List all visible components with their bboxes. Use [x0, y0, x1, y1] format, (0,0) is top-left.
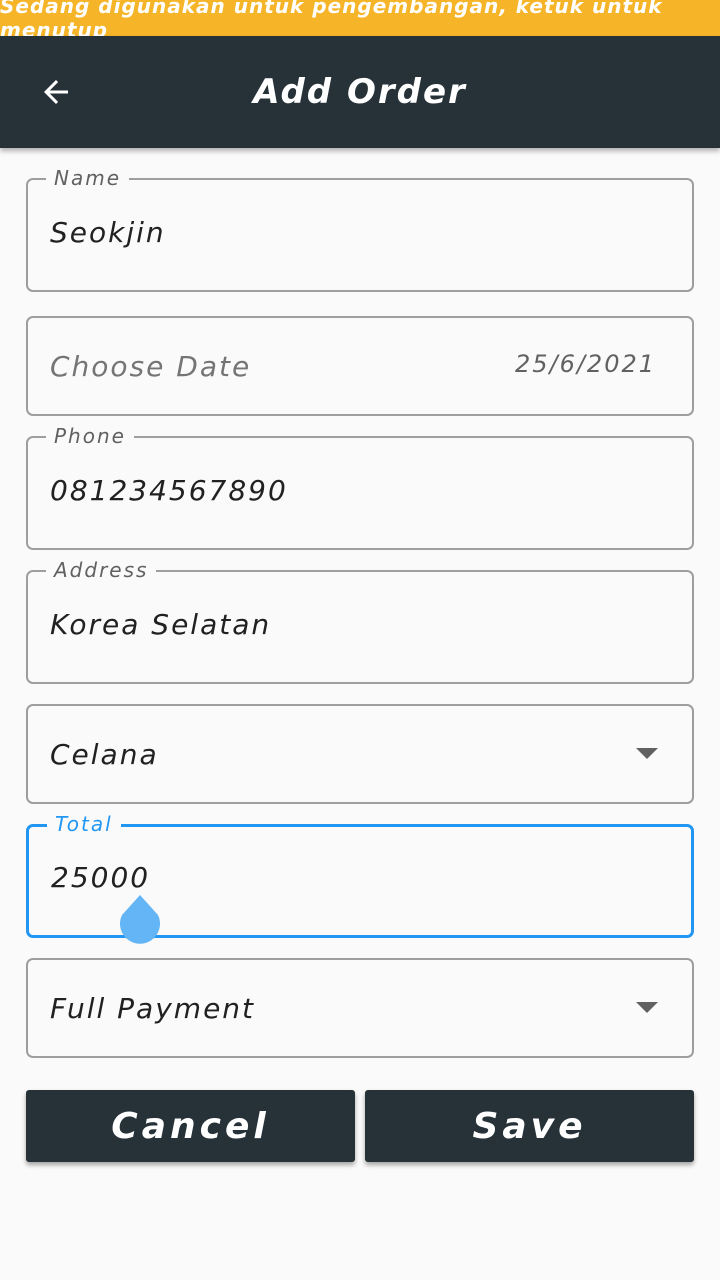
date-picker-field[interactable]: Choose Date 25/6/2021	[26, 316, 694, 416]
dev-mode-banner[interactable]: Sedang digunakan untuk pengembangan, ket…	[0, 0, 720, 42]
total-label: Total	[47, 811, 121, 837]
payment-selected: Full Payment	[50, 992, 256, 1025]
cancel-button[interactable]: Cancel	[26, 1090, 355, 1162]
payment-dropdown[interactable]: Full Payment	[26, 958, 694, 1058]
text-cursor-handle-icon[interactable]	[118, 893, 162, 947]
total-value: 25000	[51, 861, 151, 894]
name-value: Seokjin	[50, 216, 166, 249]
page-title: Add Order	[253, 72, 467, 112]
dropdown-arrow-icon	[636, 1002, 658, 1013]
save-button[interactable]: Save	[365, 1090, 694, 1162]
product-dropdown[interactable]: Celana	[26, 704, 694, 804]
product-selected: Celana	[50, 738, 159, 771]
date-placeholder: Choose Date	[50, 350, 252, 383]
name-field[interactable]: Name Seokjin	[26, 165, 694, 292]
phone-label: Phone	[46, 423, 134, 449]
phone-value: 081234567890	[50, 474, 288, 507]
name-label: Name	[46, 165, 130, 191]
phone-field[interactable]: Phone 081234567890	[26, 423, 694, 550]
date-value: 25/6/2021	[514, 350, 656, 378]
dropdown-arrow-icon	[636, 748, 658, 759]
address-label: Address	[46, 557, 157, 583]
address-field[interactable]: Address Korea Selatan	[26, 557, 694, 684]
app-bar: Add Order	[0, 36, 720, 148]
address-value: Korea Selatan	[50, 608, 272, 641]
back-button[interactable]	[26, 62, 86, 122]
arrow-left-icon	[44, 80, 68, 104]
